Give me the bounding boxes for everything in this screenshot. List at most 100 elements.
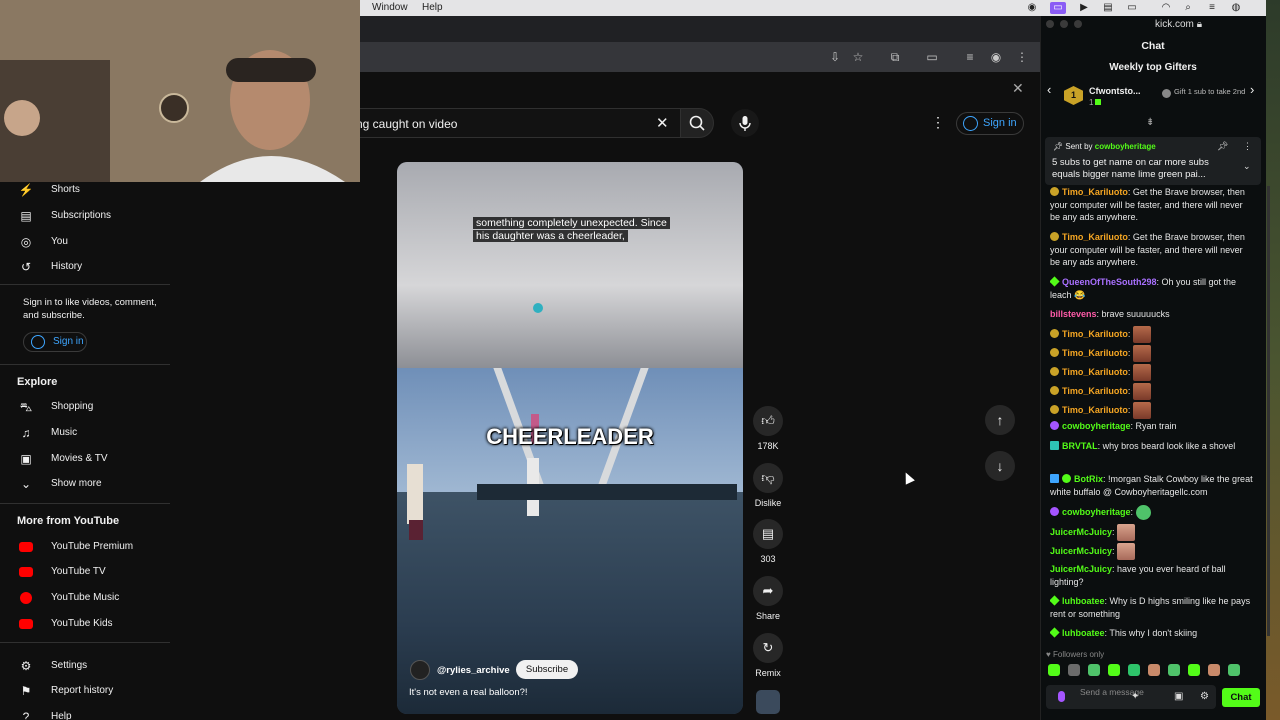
sidebar-item-history[interactable]: ↺ History bbox=[0, 254, 170, 280]
chat-username[interactable]: QueenOfTheSouth298 bbox=[1062, 277, 1157, 287]
gift-sub-cta[interactable]: Gift 1 sub to take 2nd bbox=[1160, 88, 1246, 98]
search-button[interactable] bbox=[680, 108, 714, 138]
emote-button[interactable] bbox=[1048, 664, 1060, 676]
chevron-right-icon[interactable]: › bbox=[1250, 82, 1254, 97]
media-controls-icon[interactable]: ≡ bbox=[962, 49, 978, 65]
spotlight-search-icon[interactable]: ⌕ bbox=[1182, 2, 1194, 14]
pinned-sender-name[interactable]: cowboyheritage bbox=[1095, 142, 1156, 151]
chat-username[interactable]: JuicerMcJuicy bbox=[1050, 546, 1112, 556]
emote-button[interactable] bbox=[1128, 664, 1140, 676]
remix-button[interactable]: ↻ bbox=[753, 633, 783, 663]
chat-username[interactable]: Timo_Kariluoto bbox=[1062, 348, 1128, 358]
chat-username[interactable]: cowboyheritage bbox=[1062, 507, 1131, 517]
sidebar-item-show-more[interactable]: ⌄ Show more bbox=[0, 471, 170, 497]
bookmark-star-icon[interactable]: ☆ bbox=[850, 49, 866, 65]
emote-button[interactable] bbox=[1208, 664, 1220, 676]
sidebar-item-youtube-kids[interactable]: YouTube Kids bbox=[0, 611, 170, 637]
chat-username[interactable]: luhboatee bbox=[1062, 596, 1105, 606]
sidebar-item-help[interactable]: ? Help bbox=[0, 704, 170, 720]
cast-icon[interactable]: ▭ bbox=[924, 49, 940, 65]
mic-icon bbox=[1058, 691, 1065, 702]
more-options-icon[interactable]: ⋮ bbox=[931, 114, 945, 131]
sidebar-item-shopping[interactable]: ⛍ Shopping bbox=[0, 394, 170, 420]
emote-button[interactable] bbox=[1148, 664, 1160, 676]
chat-username[interactable]: BRVTAL bbox=[1062, 441, 1098, 451]
next-short-button[interactable]: ↓ bbox=[985, 451, 1015, 481]
sidebar-item-youtube-premium[interactable]: YouTube Premium bbox=[0, 534, 170, 560]
menu-window[interactable]: Window bbox=[372, 2, 408, 13]
chat-username[interactable]: BotRix bbox=[1074, 474, 1103, 484]
chat-username[interactable]: billstevens bbox=[1050, 309, 1097, 319]
sidebar-item-youtube-tv[interactable]: YouTube TV bbox=[0, 559, 170, 585]
sound-thumbnail[interactable] bbox=[756, 690, 780, 714]
voice-search-button[interactable] bbox=[731, 109, 759, 137]
chat-scrollbar[interactable] bbox=[1267, 186, 1270, 636]
chat-username[interactable]: JuicerMcJuicy bbox=[1050, 527, 1112, 537]
control-center-icon[interactable]: ≡ bbox=[1206, 2, 1218, 14]
extensions-icon[interactable]: ⧉ bbox=[887, 49, 903, 65]
chat-username[interactable]: Timo_Kariluoto bbox=[1062, 232, 1128, 242]
top-gifter-name[interactable]: Cfwontsto... bbox=[1089, 86, 1141, 96]
menu-help[interactable]: Help bbox=[422, 2, 443, 13]
chat-username[interactable]: luhboatee bbox=[1062, 628, 1105, 638]
window-close-button[interactable] bbox=[1046, 20, 1054, 28]
store-icon[interactable]: ▣ bbox=[1174, 691, 1183, 702]
sidebar-sign-in-button[interactable]: Sign in bbox=[23, 332, 87, 352]
comments-button[interactable]: ▤ bbox=[753, 519, 783, 549]
close-icon[interactable]: ✕ bbox=[1012, 80, 1024, 97]
channel-name[interactable]: @rylies_archive bbox=[437, 665, 510, 676]
chat-username[interactable]: Timo_Kariluoto bbox=[1062, 405, 1128, 415]
more-options-icon[interactable]: ⋮ bbox=[1243, 141, 1252, 152]
share-button[interactable]: ➦ bbox=[753, 576, 783, 606]
chat-username[interactable]: Timo_Kariluoto bbox=[1062, 329, 1128, 339]
emote-picker-icon[interactable]: ✦ bbox=[1131, 691, 1139, 702]
emote-button[interactable] bbox=[1108, 664, 1120, 676]
dislike-button[interactable]: 👎︎ bbox=[753, 463, 783, 493]
browser-menu-icon[interactable]: ⋮ bbox=[1014, 49, 1030, 65]
emote-button[interactable] bbox=[1188, 664, 1200, 676]
sidebar-item-report-history[interactable]: ⚑ Report history bbox=[0, 678, 170, 704]
chevron-down-icon[interactable]: ⌄ bbox=[1243, 161, 1251, 172]
profile-icon[interactable]: ◉ bbox=[988, 49, 1004, 65]
chat-send-button[interactable]: Chat bbox=[1222, 688, 1260, 707]
sidebar-item-settings[interactable]: ⚙ Settings bbox=[0, 653, 170, 679]
pin-toggle-icon[interactable]: ⇟ bbox=[1146, 117, 1154, 128]
screen-share-icon[interactable]: ▭ bbox=[1050, 2, 1066, 14]
emote-button[interactable] bbox=[1168, 664, 1180, 676]
chat-settings-icon[interactable]: ⚙ bbox=[1200, 691, 1209, 702]
chat-username[interactable]: Timo_Kariluoto bbox=[1062, 367, 1128, 377]
window-minimize-button[interactable] bbox=[1060, 20, 1068, 28]
emote-button[interactable] bbox=[1228, 664, 1240, 676]
sidebar-item-you[interactable]: ◎ You bbox=[0, 229, 170, 255]
chat-username[interactable]: Timo_Kariluoto bbox=[1062, 187, 1128, 197]
subscribe-button[interactable]: Subscribe bbox=[516, 660, 578, 679]
record-icon[interactable]: ◉ bbox=[1026, 2, 1038, 14]
chat-text: : bbox=[1127, 404, 1131, 415]
emote-button[interactable] bbox=[1088, 664, 1100, 676]
sidebar-item-music[interactable]: ♫ Music bbox=[0, 420, 170, 446]
channel-avatar[interactable] bbox=[410, 660, 430, 680]
battery-icon[interactable]: ▭ bbox=[1126, 2, 1138, 14]
search-query[interactable]: ng caught on video bbox=[356, 117, 457, 131]
emote-image bbox=[1117, 524, 1136, 541]
like-button[interactable]: 👍︎ bbox=[753, 406, 783, 436]
install-app-icon[interactable]: ⇩ bbox=[827, 49, 843, 65]
video-title[interactable]: It's not even a real balloon?! bbox=[409, 687, 528, 698]
chevron-left-icon[interactable]: ‹ bbox=[1047, 82, 1051, 97]
clear-search-icon[interactable]: ✕ bbox=[656, 114, 669, 132]
play-icon[interactable]: ▶ bbox=[1078, 2, 1090, 14]
siri-icon[interactable]: ◍ bbox=[1230, 2, 1242, 14]
sidebar-item-subscriptions[interactable]: ▤ Subscriptions bbox=[0, 203, 170, 229]
unpin-icon[interactable]: 📌︎ bbox=[1217, 141, 1228, 152]
sidebar-item-youtube-music[interactable]: YouTube Music bbox=[0, 585, 170, 611]
sign-in-button[interactable]: Sign in bbox=[956, 112, 1024, 135]
chat-username[interactable]: Timo_Kariluoto bbox=[1062, 386, 1128, 396]
sidebar-item-movies[interactable]: ▣ Movies & TV bbox=[0, 446, 170, 472]
window-zoom-button[interactable] bbox=[1074, 20, 1082, 28]
wifi-icon[interactable]: ◠ bbox=[1160, 2, 1172, 14]
emote-button[interactable] bbox=[1068, 664, 1080, 676]
chat-username[interactable]: JuicerMcJuicy bbox=[1050, 564, 1112, 574]
previous-short-button[interactable]: ↑ bbox=[985, 405, 1015, 435]
chat-username[interactable]: cowboyheritage bbox=[1062, 421, 1131, 431]
display-icon[interactable]: ▤ bbox=[1102, 2, 1114, 14]
